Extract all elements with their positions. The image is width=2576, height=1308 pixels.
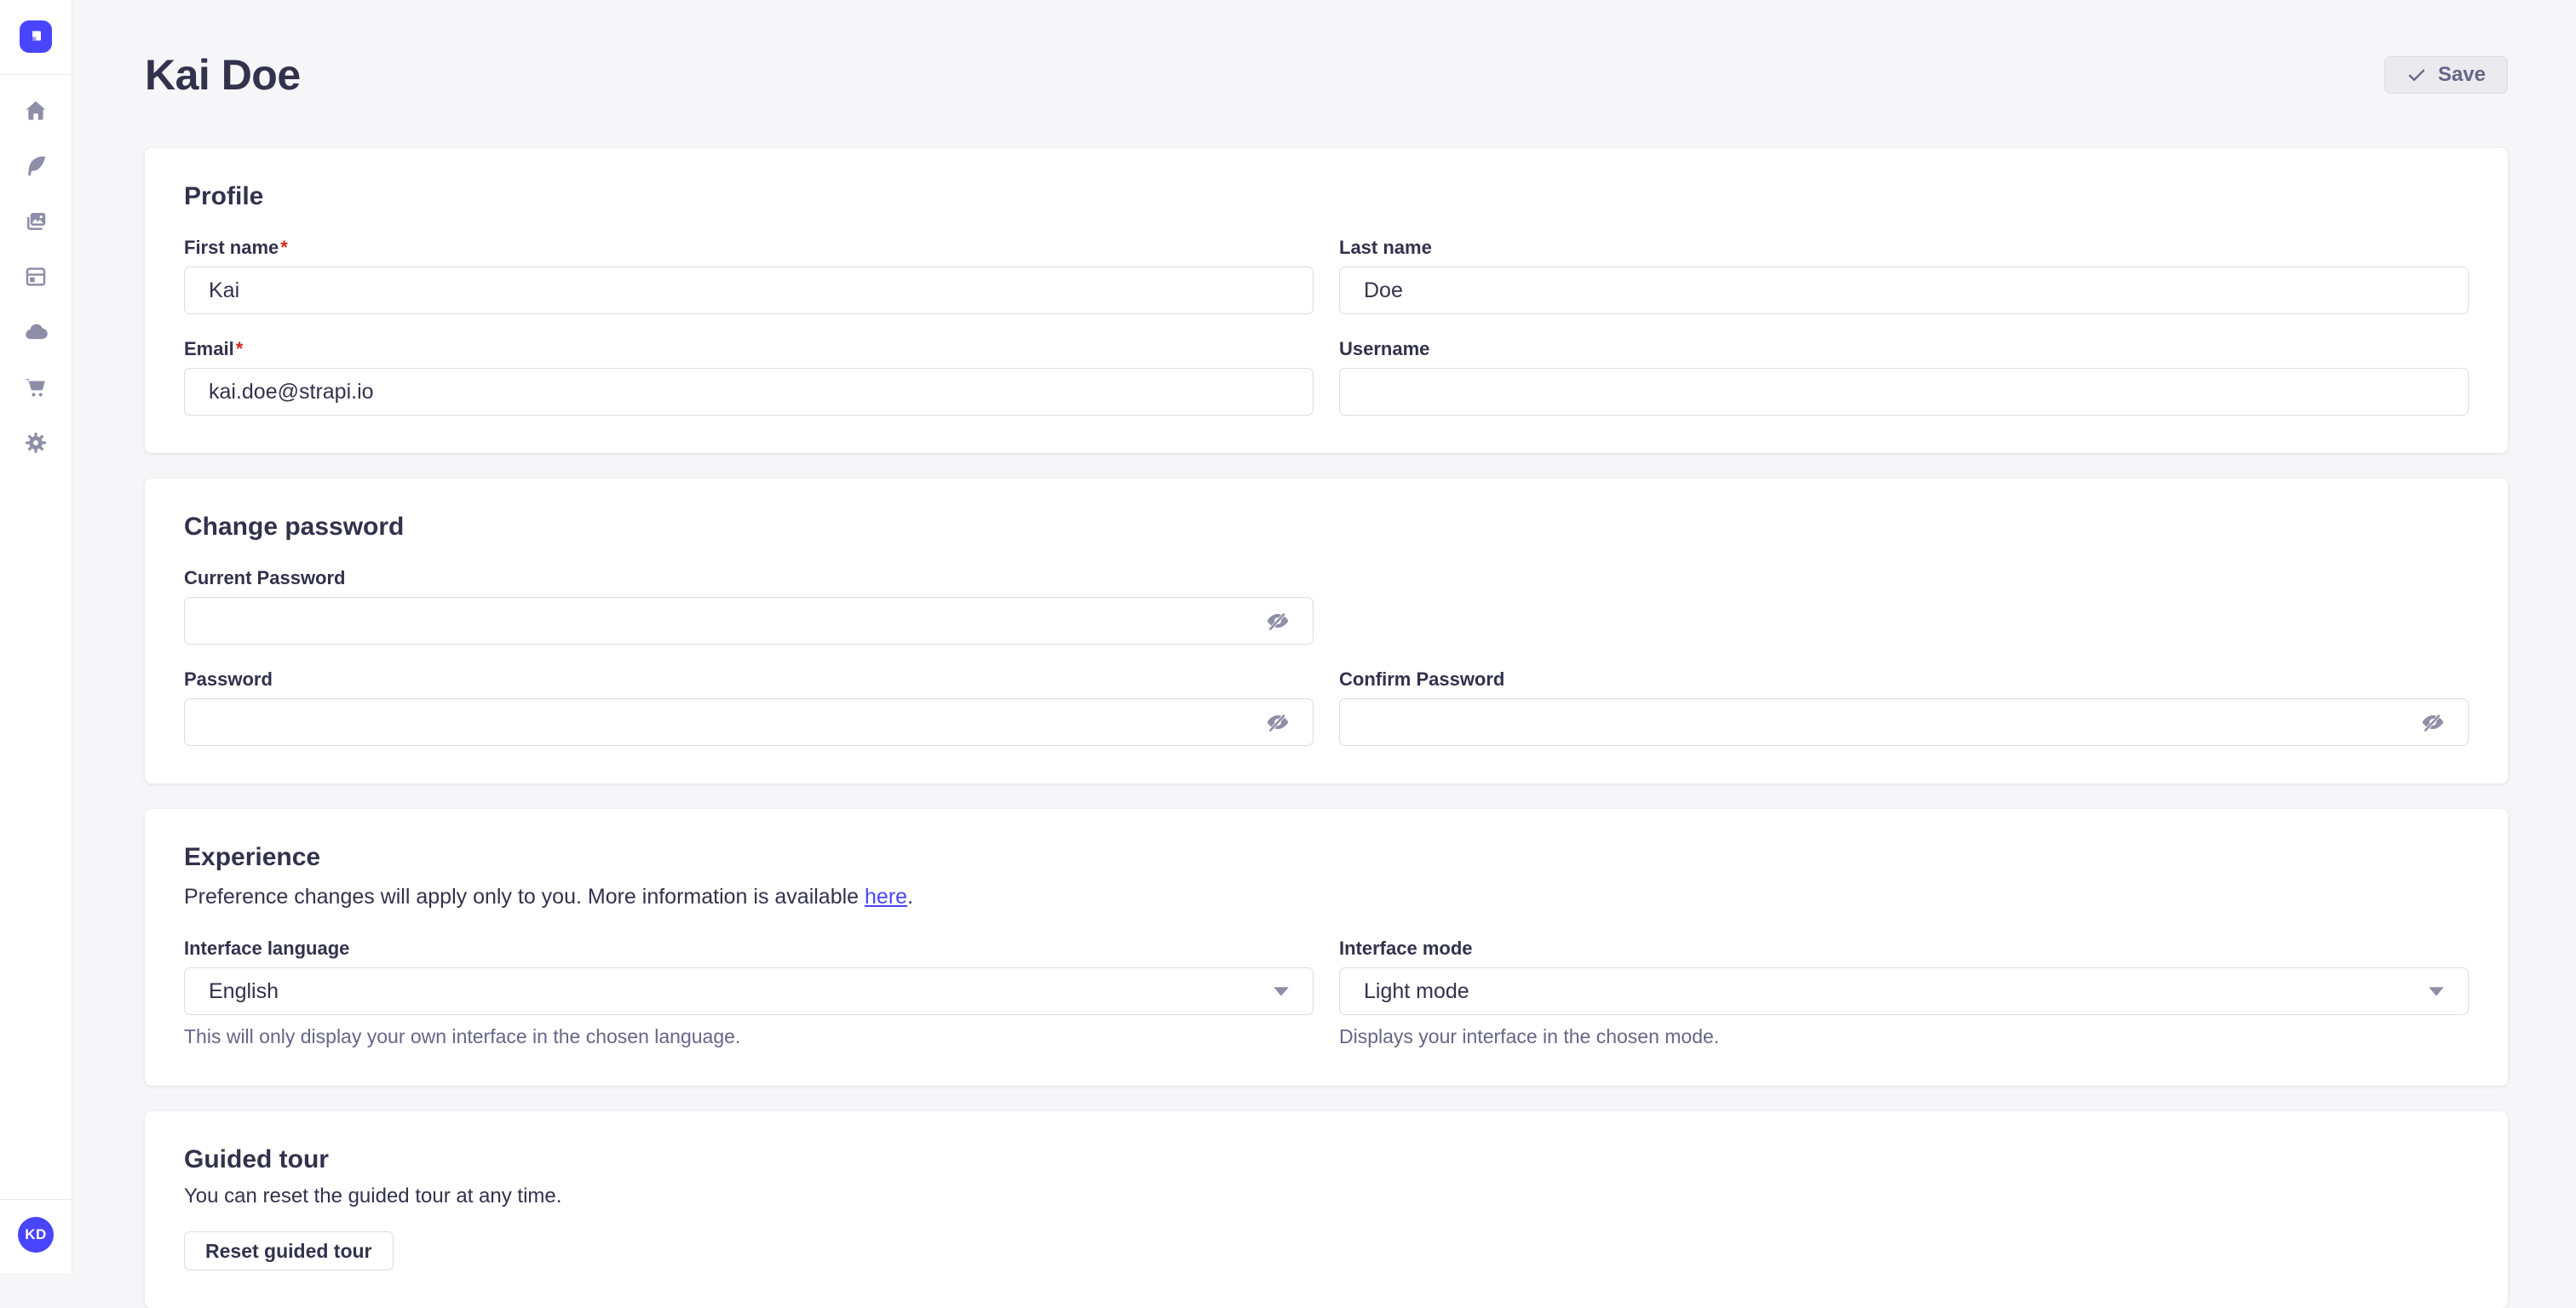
email-label: Email* [184, 338, 1314, 360]
username-input[interactable] [1339, 368, 2469, 416]
sidebar-item-cloud[interactable] [23, 319, 49, 345]
interface-language-value: English [209, 979, 279, 1004]
layout-icon [23, 264, 49, 290]
page-title: Kai Doe [145, 51, 301, 99]
experience-description-suffix: . [907, 885, 913, 909]
feather-pen-icon [23, 153, 49, 179]
confirm-password-field: Confirm Password [1339, 668, 2469, 746]
strapi-logo-icon [26, 26, 46, 47]
change-password-card: Change password Current Password [145, 479, 2508, 783]
gear-icon [23, 430, 49, 456]
caret-down-icon [2427, 985, 2446, 997]
first-name-field: First name* [184, 237, 1314, 314]
sidebar-item-content-manager[interactable] [23, 153, 49, 179]
save-button-label: Save [2438, 63, 2486, 87]
profile-form: First name* Last name Email* Username [184, 237, 2469, 416]
sidebar-item-content-type-builder[interactable] [23, 264, 49, 290]
change-password-heading: Change password [184, 513, 2469, 542]
eye-off-icon [1265, 608, 1291, 634]
guided-tour-description: You can reset the guided tour at any tim… [184, 1184, 2469, 1209]
eye-off-icon [2420, 709, 2446, 735]
username-field: Username [1339, 338, 2469, 416]
sidebar-item-marketplace[interactable] [23, 375, 49, 400]
check-icon [2406, 65, 2427, 85]
interface-mode-field: Interface mode Light mode Displays your … [1339, 938, 2469, 1048]
experience-description-text: Preference changes will apply only to yo… [184, 885, 859, 909]
email-label-text: Email [184, 338, 234, 359]
guided-tour-heading: Guided tour [184, 1145, 2469, 1174]
last-name-field: Last name [1339, 237, 2469, 314]
interface-mode-label: Interface mode [1339, 938, 2469, 960]
interface-language-select[interactable]: English [184, 967, 1314, 1015]
main-content: Kai Doe Save Profile First name* Last na… [72, 0, 2576, 1273]
password-grid-spacer [1339, 567, 2469, 645]
sidebar-nav [0, 75, 72, 1199]
images-icon [23, 209, 49, 234]
current-password-input[interactable] [184, 597, 1314, 645]
experience-description: Preference changes will apply only to yo… [184, 883, 2469, 910]
profile-card: Profile First name* Last name Email* Use… [145, 148, 2508, 453]
interface-mode-select[interactable]: Light mode [1339, 967, 2469, 1015]
interface-language-field: Interface language English This will onl… [184, 938, 1314, 1048]
interface-mode-hint: Displays your interface in the chosen mo… [1339, 1024, 2469, 1048]
experience-heading: Experience [184, 843, 2469, 872]
toggle-new-password-visibility-button[interactable] [1264, 708, 1291, 736]
current-password-field: Current Password [184, 567, 1314, 645]
username-label: Username [1339, 338, 2469, 360]
sidebar-item-home[interactable] [23, 98, 49, 123]
new-password-field: Password [184, 668, 1314, 746]
eye-off-icon [1265, 709, 1291, 735]
caret-down-icon [1272, 985, 1291, 997]
confirm-password-input[interactable] [1339, 698, 2469, 746]
last-name-label: Last name [1339, 237, 2469, 259]
toggle-current-password-visibility-button[interactable] [1264, 607, 1291, 634]
profile-heading: Profile [184, 182, 2469, 211]
user-avatar[interactable]: KD [18, 1217, 54, 1253]
app-window: KD Kai Doe Save Profile First name* [0, 0, 2576, 1273]
current-password-label: Current Password [184, 567, 1314, 589]
save-button[interactable]: Save [2384, 56, 2508, 94]
toggle-confirm-password-visibility-button[interactable] [2419, 708, 2447, 736]
sidebar-item-settings[interactable] [23, 430, 49, 456]
experience-card: Experience Preference changes will apply… [145, 809, 2508, 1086]
first-name-input[interactable] [184, 267, 1314, 314]
password-form: Current Password Pass [184, 567, 2469, 746]
interface-mode-value: Light mode [1364, 979, 1469, 1004]
home-icon [23, 98, 49, 123]
new-password-input[interactable] [184, 698, 1314, 746]
reset-guided-tour-button[interactable]: Reset guided tour [184, 1231, 394, 1271]
interface-language-label: Interface language [184, 938, 1314, 960]
required-asterisk: * [236, 338, 244, 359]
email-input[interactable] [184, 368, 1314, 416]
first-name-label-text: First name [184, 237, 279, 258]
experience-form: Interface language English This will onl… [184, 938, 2469, 1048]
more-information-link[interactable]: here [865, 885, 907, 909]
sidebar-item-media-library[interactable] [23, 209, 49, 234]
interface-language-hint: This will only display your own interfac… [184, 1024, 1314, 1048]
email-field: Email* [184, 338, 1314, 416]
sidebar: KD [0, 0, 72, 1273]
confirm-password-label: Confirm Password [1339, 668, 2469, 691]
new-password-label: Password [184, 668, 1314, 691]
guided-tour-card: Guided tour You can reset the guided tou… [145, 1111, 2508, 1308]
required-asterisk: * [280, 237, 288, 258]
last-name-input[interactable] [1339, 267, 2469, 314]
page-header: Kai Doe Save [145, 0, 2508, 99]
cloud-icon [23, 319, 49, 345]
sidebar-footer: KD [0, 1199, 72, 1273]
shopping-cart-icon [23, 375, 49, 400]
first-name-label: First name* [184, 237, 1314, 259]
strapi-logo[interactable] [20, 20, 52, 53]
logo-container [0, 0, 72, 75]
